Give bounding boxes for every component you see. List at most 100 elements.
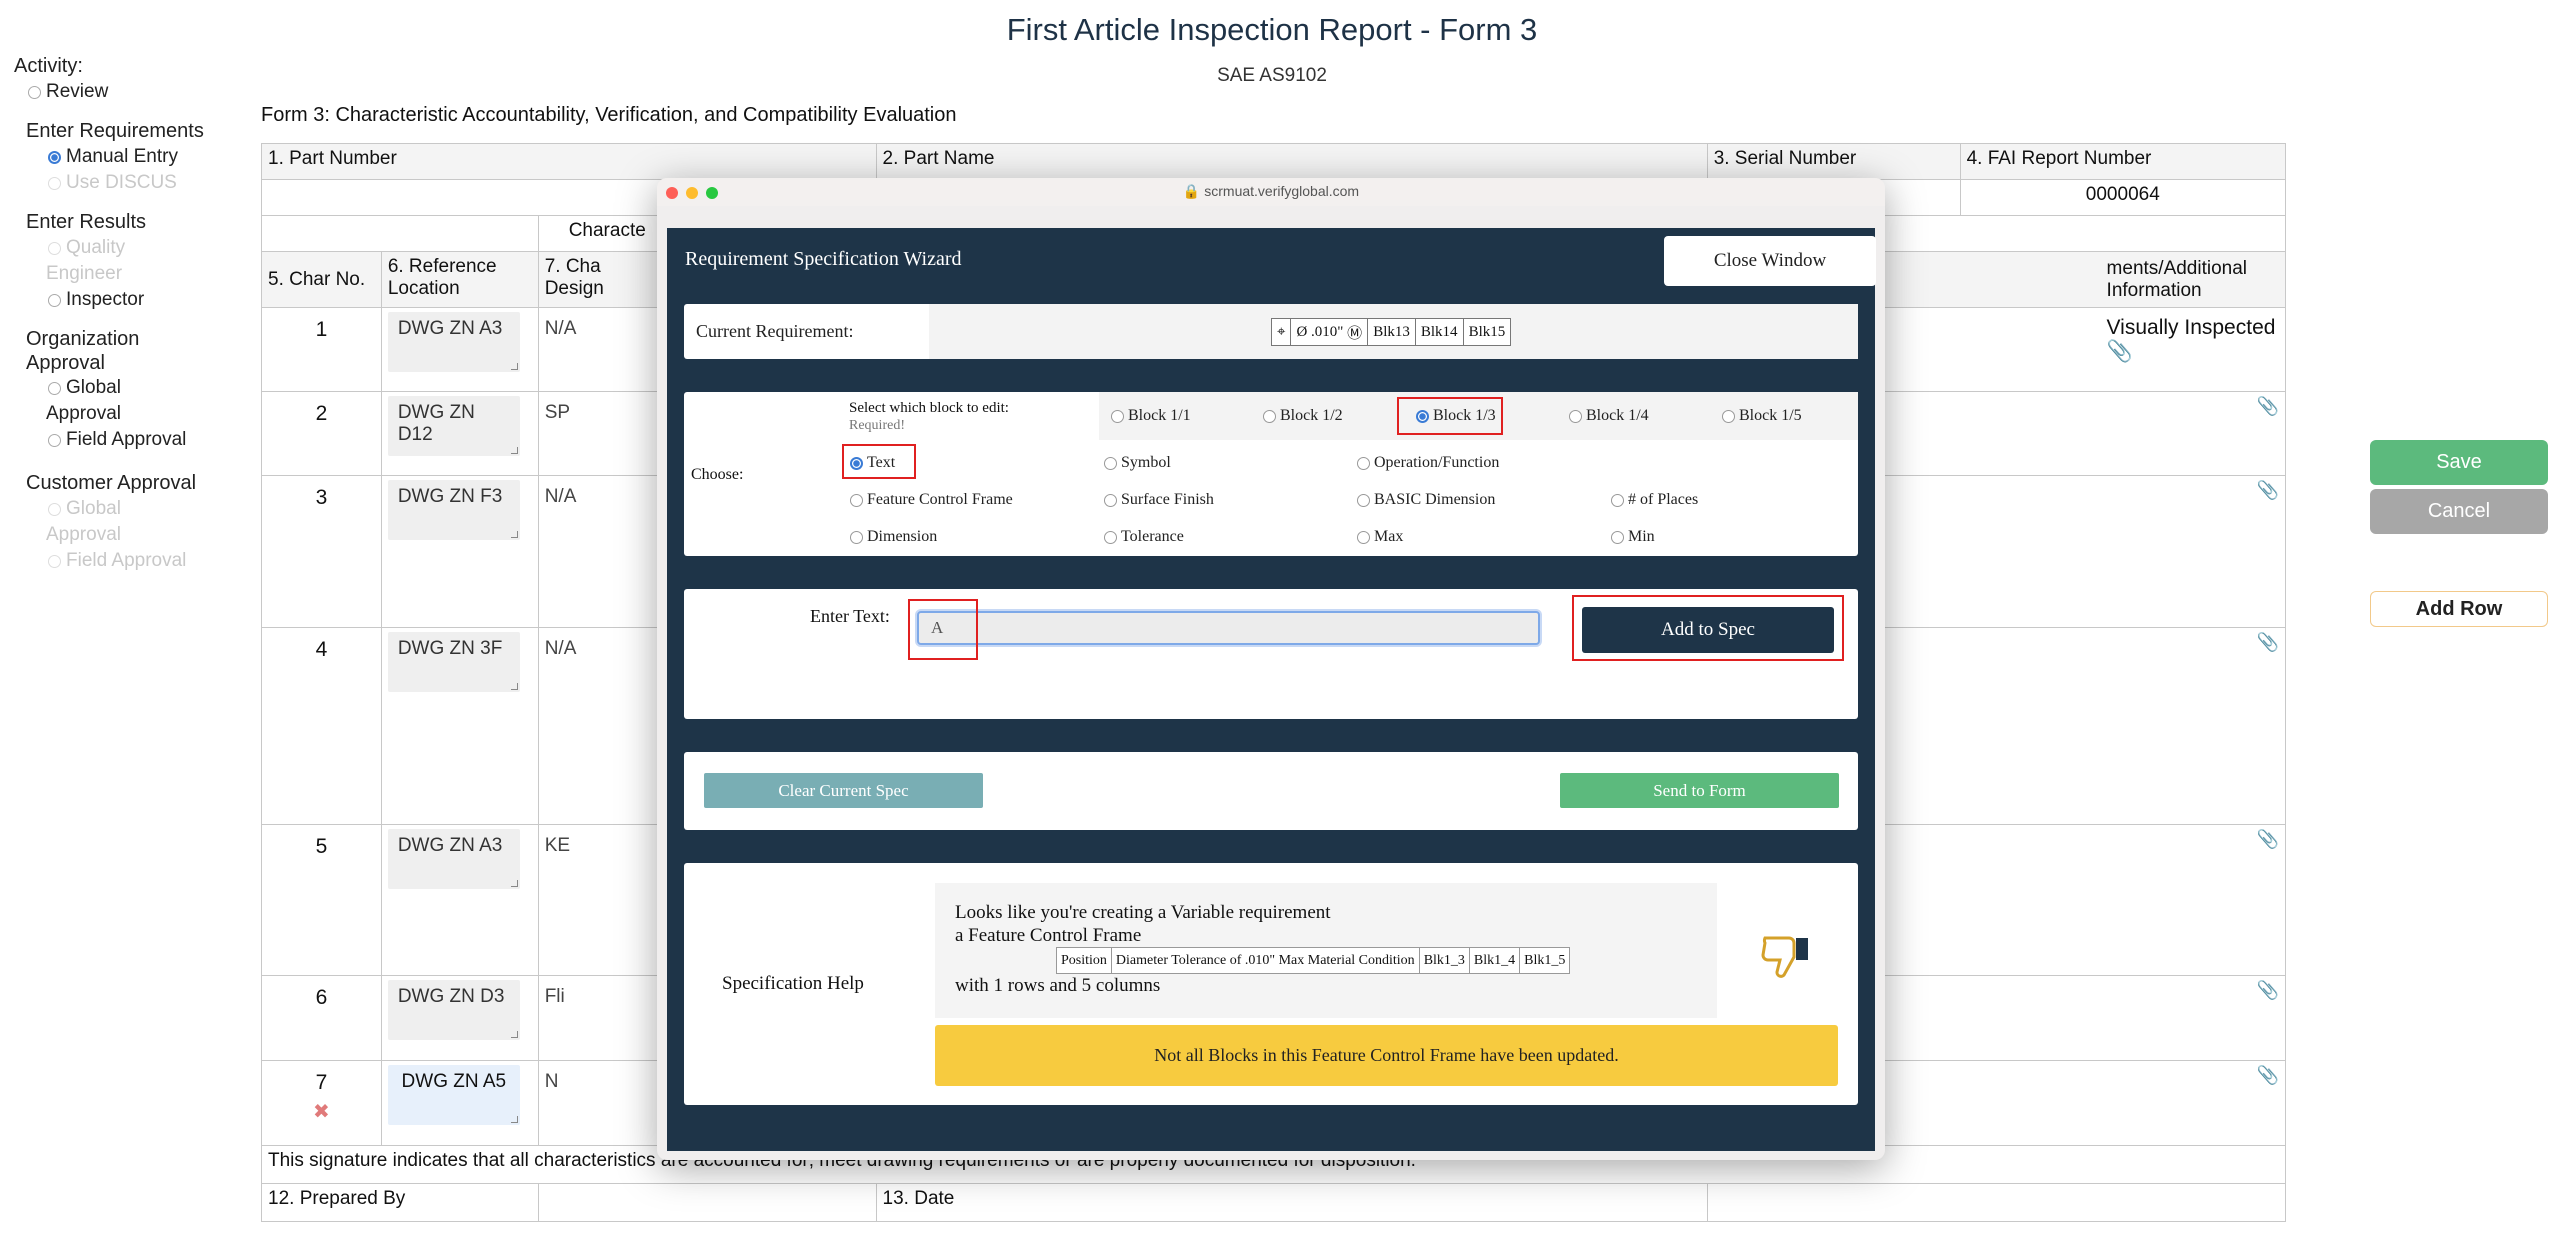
radio-label: Review [46,81,109,102]
reference-input[interactable]: DWG ZN 3F [387,632,520,692]
enter-text-panel: Enter Text: Add to Spec [684,589,1858,719]
help-message: Looks like you're creating a Variable re… [935,883,1717,1018]
radio-label-cont: Approval [46,403,121,424]
choose-label: Choose: [691,466,744,483]
radio-circle [48,176,61,190]
radio-org-global[interactable]: Global [48,375,214,401]
reference-input[interactable]: DWG ZN D12 [387,396,520,456]
char-no: 3 [261,475,382,628]
current-requirement-label: Current Requirement: [696,321,854,341]
fcf-block-15: Blk15 [1468,323,1506,340]
reference-input[interactable]: DWG ZN D3 [387,980,520,1040]
delete-row-icon[interactable]: ✖ [268,1099,375,1124]
highlight-box [842,444,916,479]
window-titlebar[interactable]: 🔒 scrmuat.verifyglobal.com [657,178,1885,206]
radio-circle[interactable] [850,530,863,544]
radio-block-1-2[interactable]: Block 1/2 [1263,407,1343,425]
part-number-header: 1. Part Number [261,143,877,180]
radio-circle[interactable] [850,493,863,507]
radio-symbol[interactable]: Symbol [1104,454,1171,472]
radio-tolerance[interactable]: Tolerance [1104,528,1184,546]
radio-circle[interactable] [1104,530,1117,544]
radio-circle[interactable] [1357,530,1370,544]
save-button[interactable]: Save [2370,440,2548,485]
fai-report-header: 4. FAI Report Number [1959,143,2287,180]
thumbs-down-icon-svg [1761,936,1808,978]
prepared-by-value[interactable] [537,1183,877,1222]
feature-control-frame: ⌖ Ø .010" Ⓜ Blk13 Blk14 Blk15 [1271,318,1512,346]
paperclip-icon[interactable]: 📎 [2257,396,2279,416]
radio-block-1-1[interactable]: Block 1/1 [1111,407,1191,425]
choose-panel: Choose: Select which block to edit: Requi… [684,392,1858,556]
paperclip-icon[interactable]: 📎 [2257,632,2279,652]
reference-input[interactable]: DWG ZN F3 [387,480,520,540]
paperclip-icon[interactable]: 📎 [2257,980,2279,1000]
radio-circle[interactable] [48,293,61,307]
cancel-button[interactable]: Cancel [2370,489,2548,534]
radio-circle[interactable] [1263,409,1276,423]
help-line: a Feature Control Frame [955,925,1142,946]
radio-num-places[interactable]: # of Places [1611,491,1698,509]
radio-circle[interactable] [1722,409,1735,423]
reference-input[interactable]: DWG ZN A3 [387,312,520,372]
help-fcf-cell: Blk1_5 [1524,953,1566,968]
radio-min[interactable]: Min [1611,528,1655,546]
fcf-block-14: Blk14 [1416,319,1464,345]
radio-dimension[interactable]: Dimension [850,528,937,546]
reference-input[interactable]: DWG ZN A5 [387,1065,520,1125]
date-label: 13. Date [875,1183,1708,1222]
radio-circle[interactable] [1357,456,1370,470]
radio-inspector[interactable]: Inspector [48,287,214,313]
radio-circle[interactable] [1611,493,1624,507]
enter-requirements-heading: Enter Requirements [26,120,204,142]
radio-surface-finish[interactable]: Surface Finish [1104,491,1214,509]
radio-block-1-5[interactable]: Block 1/5 [1722,407,1802,425]
page-subtitle: SAE AS9102 [1217,65,1327,86]
radio-circle[interactable] [1104,456,1117,470]
help-fcf-cell: Blk1_3 [1420,948,1470,973]
radio-label: Block 1/1 [1128,407,1191,424]
radio-label: Dimension [867,528,938,545]
send-to-form-button[interactable]: Send to Form [1560,773,1839,808]
radio-circle[interactable] [1611,530,1624,544]
radio-manual-entry[interactable]: Manual Entry [48,144,214,170]
radio-label: Global [66,377,121,398]
reference-input[interactable]: DWG ZN A3 [387,829,520,889]
radio-quality-engineer: Quality [48,235,214,261]
radio-circle[interactable] [1569,409,1582,423]
paperclip-icon[interactable]: 📎 [2257,829,2279,849]
radio-label: # of Places [1628,491,1699,508]
radio-circle[interactable] [28,85,41,99]
radio-operation-function[interactable]: Operation/Function [1357,454,1499,472]
radio-circle [48,554,61,568]
radio-circle[interactable] [1357,493,1370,507]
radio-org-field[interactable]: Field Approval [48,427,214,453]
radio-circle[interactable] [1111,409,1124,423]
radio-label: Symbol [1121,454,1171,471]
close-window-button[interactable]: Close Window [1664,236,1876,286]
fcf-block-13: Blk13 [1368,319,1416,345]
thumbs-down-icon[interactable] [1759,928,1815,994]
current-requirement-field: ⌖ Ø .010" Ⓜ Blk13 Blk14 Blk15 [929,304,1858,359]
fcf-diameter: Ø .010" Ⓜ [1291,319,1369,345]
radio-customer-global: Global [48,496,214,522]
radio-circle[interactable] [48,433,61,447]
radio-max[interactable]: Max [1357,528,1403,546]
radio-circle[interactable] [48,150,61,164]
radio-circle[interactable] [48,381,61,395]
help-fcf-cell: Position [1057,948,1112,973]
radio-label-cont: Approval [46,524,121,545]
radio-feature-control-frame[interactable]: Feature Control Frame [850,491,1013,509]
paperclip-icon[interactable]: 📎 [2257,480,2279,500]
paperclip-icon[interactable]: 📎 [2257,1065,2279,1085]
paperclip-icon[interactable]: 📎 [2107,340,2133,363]
block-selector: Block 1/1 Block 1/2 Block 1/3 Block 1/4 … [1099,392,1858,440]
radio-block-1-4[interactable]: Block 1/4 [1569,407,1649,425]
date-value[interactable] [1706,1183,2287,1222]
radio-review[interactable]: Review [28,79,214,105]
enter-text-input[interactable] [917,611,1540,645]
radio-basic-dimension[interactable]: BASIC Dimension [1357,491,1495,509]
radio-circle[interactable] [1104,493,1117,507]
add-row-button[interactable]: Add Row [2370,591,2548,627]
clear-current-spec-button[interactable]: Clear Current Spec [704,773,983,808]
